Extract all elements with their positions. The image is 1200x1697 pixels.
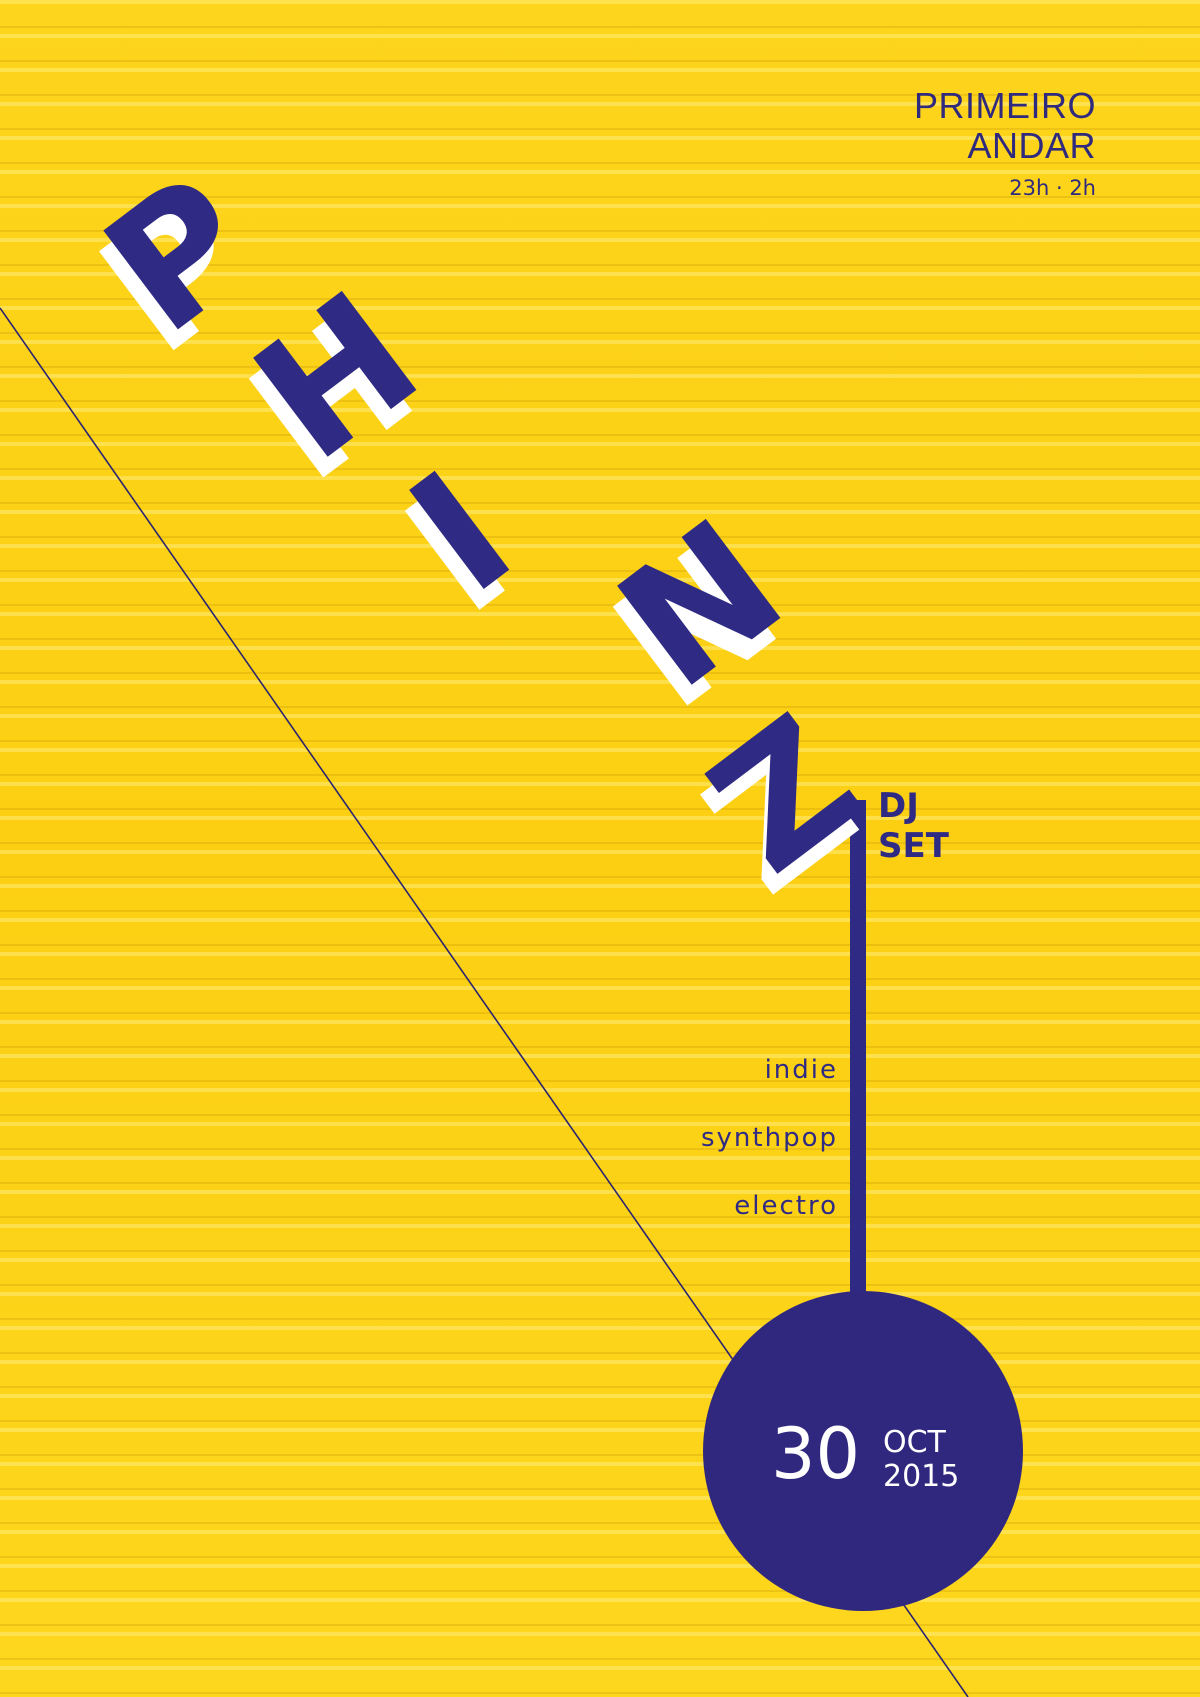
date-day: 30 — [771, 1413, 861, 1495]
event-type-line2: SET — [878, 826, 949, 866]
venue-name-line1: PRIMEIRO — [913, 85, 1096, 126]
event-type-line1: DJ — [878, 786, 919, 826]
date-year: 2015 — [883, 1459, 960, 1494]
date-badge: 30 OCT 2015 — [703, 1291, 1023, 1611]
poster: PRIMEIRO ANDAR 23h · 2h P H I N Z DJ SET… — [0, 0, 1200, 1697]
venue-name-line2: ANDAR — [967, 125, 1096, 166]
genre-item: indie — [764, 1055, 838, 1085]
genre-item: electro — [734, 1191, 838, 1221]
event-hours: 23h · 2h — [1009, 176, 1096, 200]
venue-block: PRIMEIRO ANDAR 23h · 2h — [914, 86, 1096, 202]
date-month: OCT — [883, 1425, 946, 1460]
genre-item: synthpop — [701, 1123, 838, 1153]
genre-list: indie synthpop electro — [701, 1055, 838, 1262]
event-type: DJ SET — [878, 786, 949, 866]
